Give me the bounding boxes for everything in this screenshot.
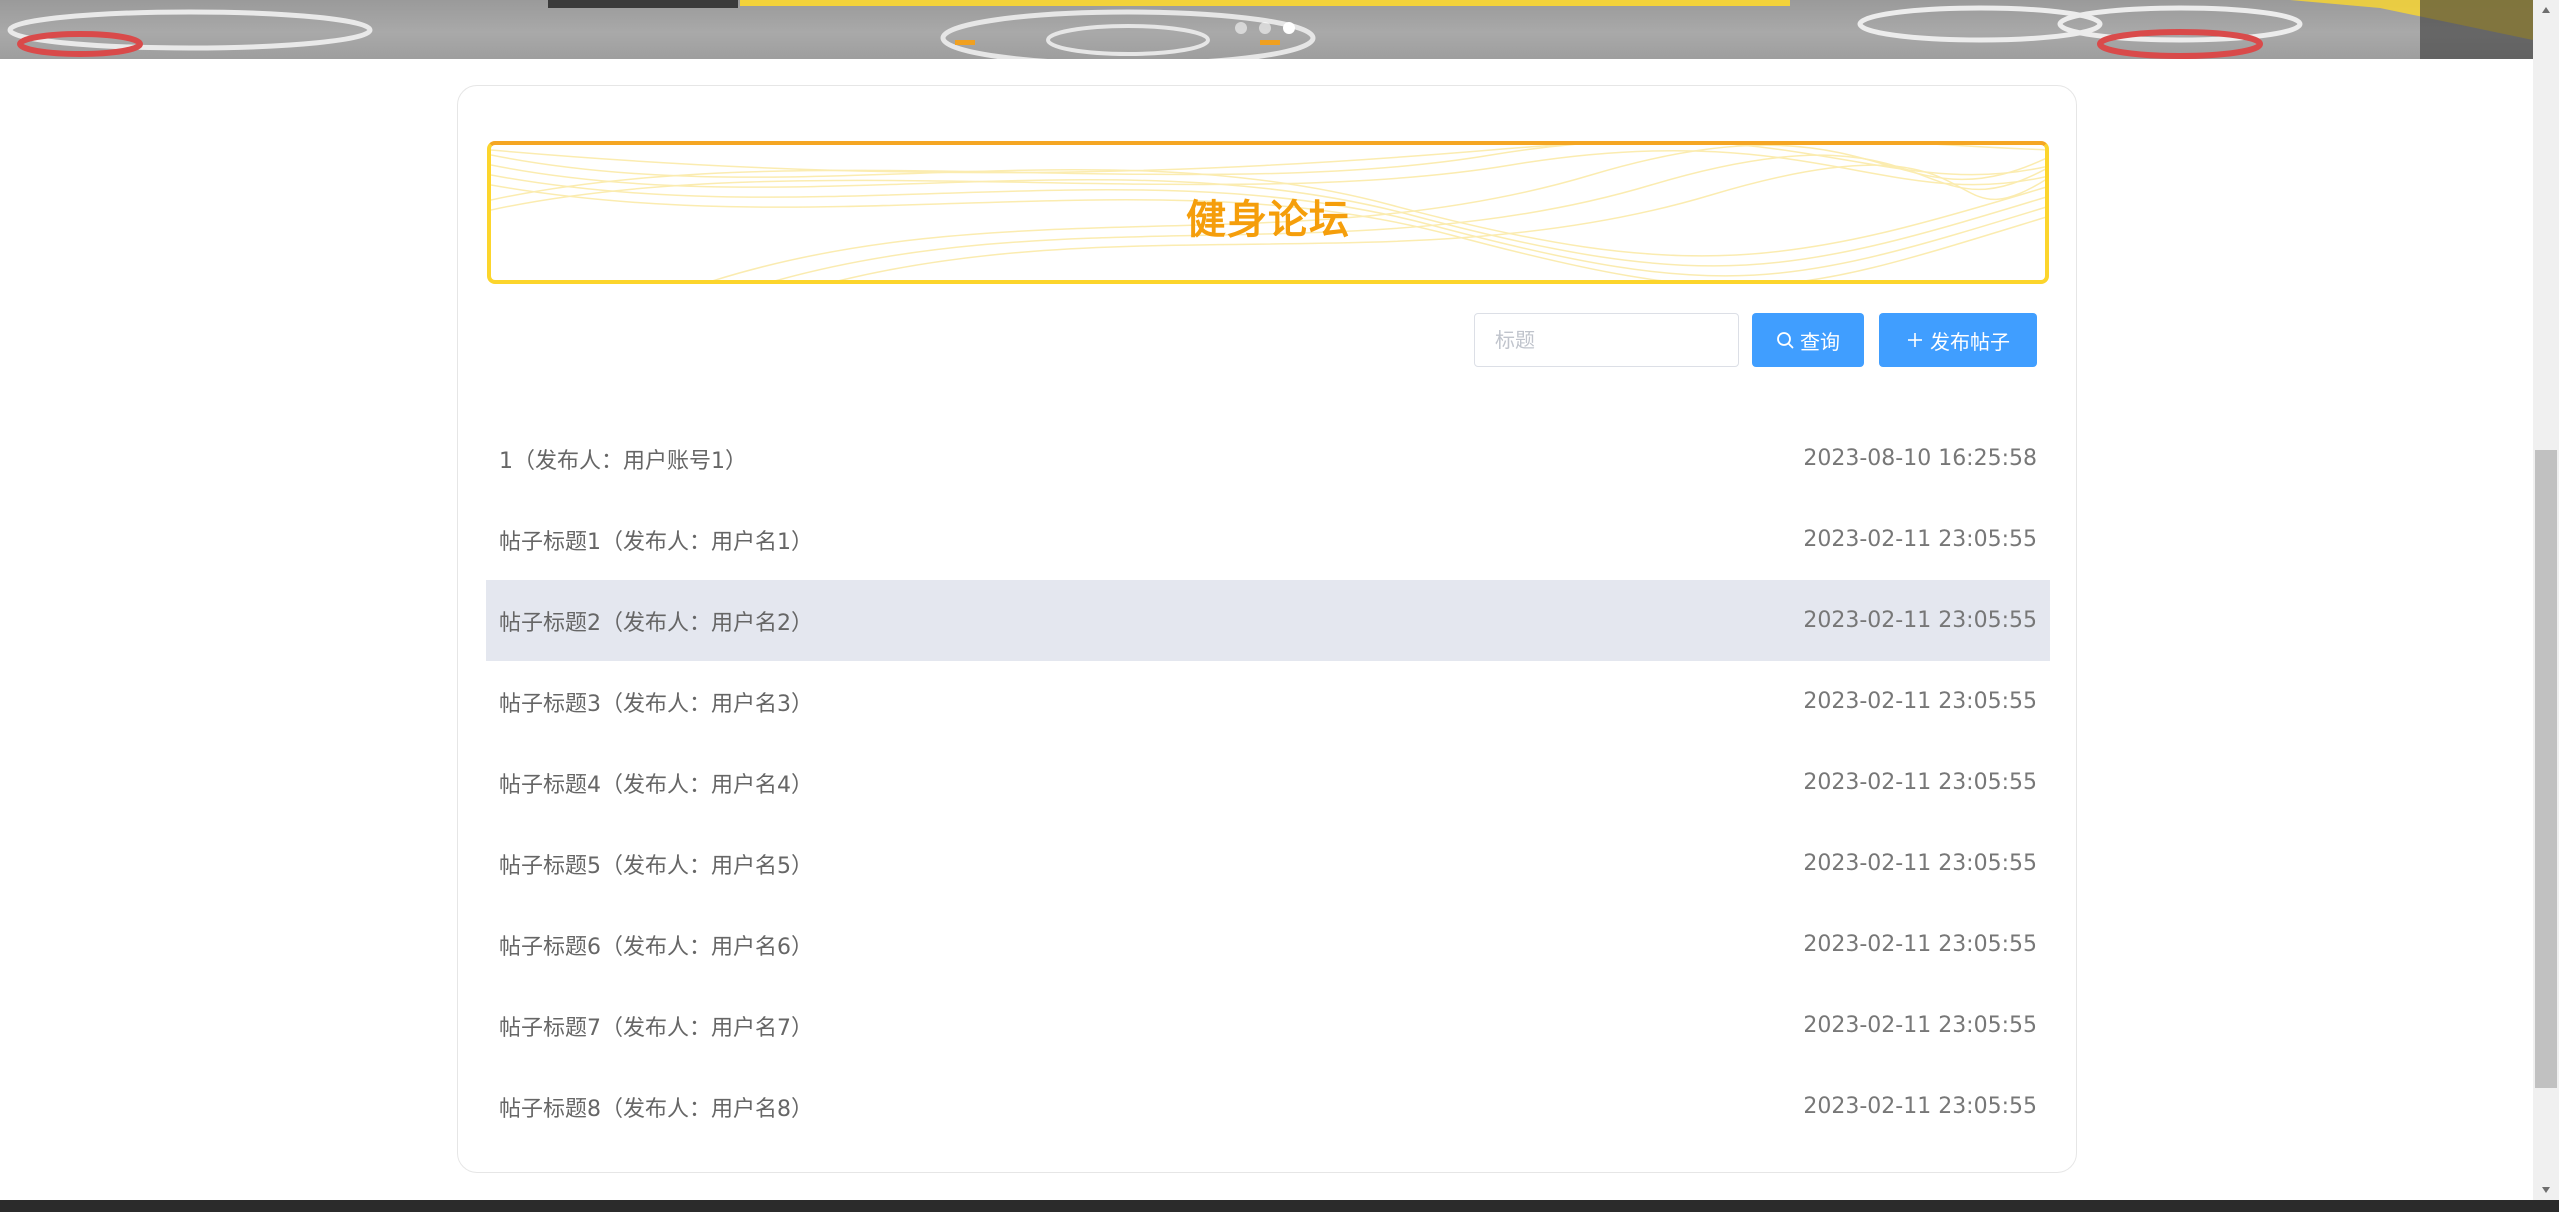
- post-time: 2023-02-11 23:05:55: [1803, 689, 2037, 714]
- post-row-hovered[interactable]: 帖子标题2（发布人：用户名2） 2023-02-11 23:05:55: [486, 580, 2050, 661]
- post-title[interactable]: 帖子标题8（发布人：用户名8）: [499, 1091, 813, 1123]
- post-time: 2023-02-11 23:05:55: [1803, 608, 2037, 633]
- scroll-up-arrow-icon[interactable]: [2533, 0, 2559, 20]
- post-title[interactable]: 帖子标题3（发布人：用户名3）: [499, 686, 813, 718]
- post-row[interactable]: 帖子标题4（发布人：用户名4） 2023-02-11 23:05:55: [486, 742, 2050, 823]
- carousel-dot-3[interactable]: [1283, 22, 1295, 34]
- post-row[interactable]: 帖子标题6（发布人：用户名6） 2023-02-11 23:05:55: [486, 904, 2050, 985]
- post-time: 2023-02-11 23:05:55: [1803, 932, 2037, 957]
- carousel-dot-1[interactable]: [1235, 22, 1247, 34]
- forum-header: 健身论坛: [487, 141, 2049, 284]
- post-row[interactable]: 1（发布人：用户账号1） 2023-08-10 16:25:58: [486, 418, 2050, 499]
- post-row[interactable]: 帖子标题1（发布人：用户名1） 2023-02-11 23:05:55: [486, 499, 2050, 580]
- post-title[interactable]: 帖子标题2（发布人：用户名2）: [499, 605, 813, 637]
- post-list: 1（发布人：用户账号1） 2023-08-10 16:25:58 帖子标题1（发…: [486, 418, 2050, 1147]
- banner-carousel[interactable]: [0, 0, 2533, 59]
- page-footer-edge: [0, 1200, 2559, 1212]
- post-title[interactable]: 帖子标题5（发布人：用户名5）: [499, 848, 813, 880]
- post-row[interactable]: 帖子标题8（发布人：用户名8） 2023-02-11 23:05:55: [486, 1066, 2050, 1147]
- post-time: 2023-02-11 23:05:55: [1803, 851, 2037, 876]
- post-title[interactable]: 帖子标题4（发布人：用户名4）: [499, 767, 813, 799]
- post-row[interactable]: 帖子标题7（发布人：用户名7） 2023-02-11 23:05:55: [486, 985, 2050, 1066]
- post-title[interactable]: 帖子标题6（发布人：用户名6）: [499, 929, 813, 961]
- header-dash-border: [2045, 153, 2049, 272]
- scroll-down-arrow-icon[interactable]: [2533, 1180, 2559, 1200]
- plus-icon: [1908, 333, 1922, 347]
- publish-button-label: 发布帖子: [1930, 329, 2010, 354]
- post-row[interactable]: 帖子标题5（发布人：用户名5） 2023-02-11 23:05:55: [486, 823, 2050, 904]
- post-time: 2023-02-11 23:05:55: [1803, 527, 2037, 552]
- search-icon: [1777, 332, 1794, 349]
- post-time: 2023-02-11 23:05:55: [1803, 1013, 2037, 1038]
- post-title[interactable]: 帖子标题1（发布人：用户名1）: [499, 524, 813, 556]
- scrollbar-thumb[interactable]: [2535, 450, 2557, 1088]
- post-title[interactable]: 1（发布人：用户账号1）: [499, 443, 747, 475]
- post-time: 2023-08-10 16:25:58: [1803, 446, 2037, 471]
- post-time: 2023-02-11 23:05:55: [1803, 1094, 2037, 1119]
- query-button[interactable]: 查询: [1752, 313, 1864, 367]
- page-title: 健身论坛: [1186, 197, 1350, 243]
- carousel-dots: [1235, 22, 1295, 34]
- post-title[interactable]: 帖子标题7（发布人：用户名7）: [499, 1010, 813, 1042]
- vertical-scrollbar[interactable]: [2533, 0, 2559, 1200]
- publish-post-button[interactable]: 发布帖子: [1879, 313, 2037, 367]
- post-row[interactable]: 帖子标题3（发布人：用户名3） 2023-02-11 23:05:55: [486, 661, 2050, 742]
- query-button-label: 查询: [1800, 329, 1840, 354]
- carousel-dot-2[interactable]: [1259, 22, 1271, 34]
- title-search-input[interactable]: [1474, 313, 1739, 367]
- post-time: 2023-02-11 23:05:55: [1803, 770, 2037, 795]
